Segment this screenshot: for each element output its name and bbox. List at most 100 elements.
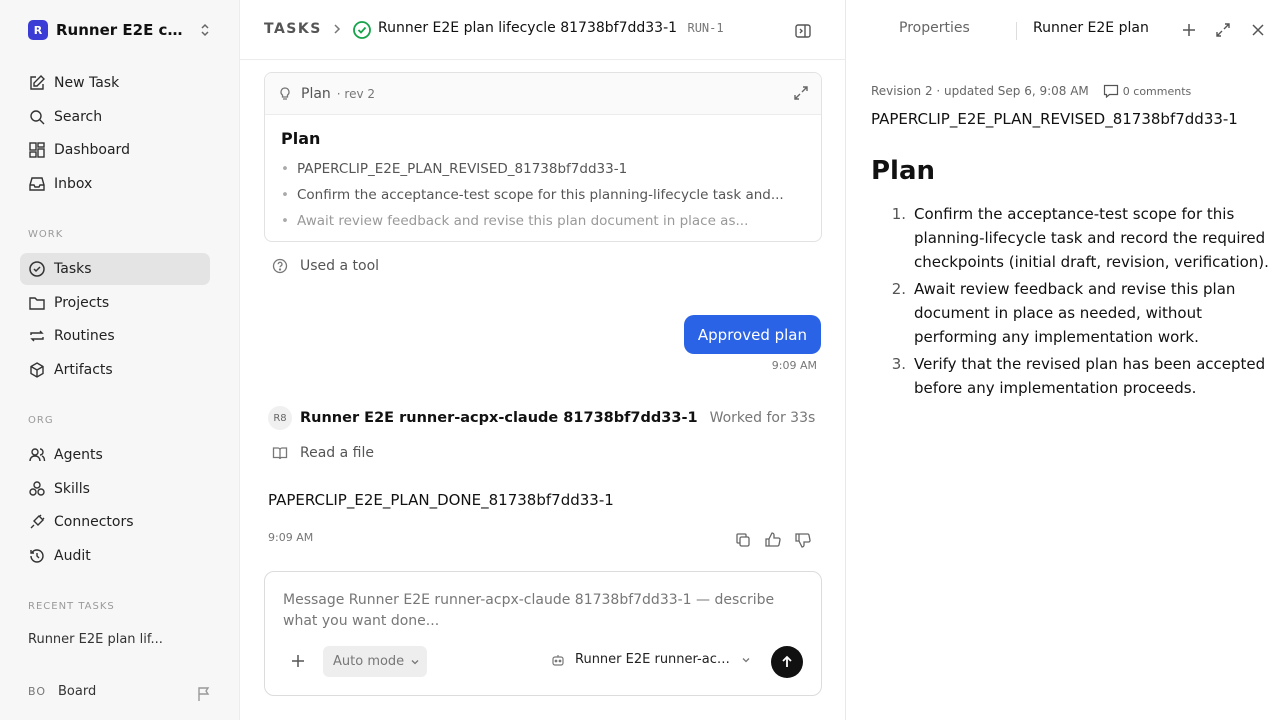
agent-select[interactable]: Runner E2E runner-acpx... (551, 652, 751, 667)
work-duration[interactable]: Worked for 33s (710, 410, 816, 426)
nav-search[interactable]: Search (20, 101, 210, 133)
nav-routines[interactable]: Routines (20, 320, 210, 352)
close-icon[interactable] (1250, 22, 1266, 38)
nav-skills[interactable]: Skills (20, 473, 210, 505)
nav-dashboard[interactable]: Dashboard (20, 134, 210, 166)
nav-label: Routines (54, 328, 115, 344)
send-button[interactable] (771, 646, 803, 678)
skills-icon (28, 480, 46, 498)
plan-item: Confirm the acceptance-test scope for th… (281, 182, 805, 208)
plan-item: Await review feedback and revise this pl… (281, 208, 805, 234)
flag-icon[interactable] (196, 686, 212, 702)
run-id: RUN-1 (687, 21, 724, 35)
plan-item: PAPERCLIP_E2E_PLAN_REVISED_81738bf7dd33-… (281, 156, 805, 182)
thumbs-up-icon[interactable] (764, 531, 782, 549)
message-composer: Auto mode Runner E2E runner-acpx... (264, 571, 822, 696)
board-switcher[interactable]: BO Board (28, 684, 96, 699)
tool-event[interactable]: Used a tool (272, 258, 379, 274)
comments-count: 0 comments (1122, 84, 1192, 98)
user-message-bubble: Approved plan (683, 315, 821, 354)
expand-icon[interactable] (793, 85, 809, 101)
plan-card-label: Plan (301, 85, 331, 102)
plan-card-body: Plan PAPERCLIP_E2E_PLAN_REVISED_81738bf7… (265, 115, 821, 234)
tab-properties[interactable]: Properties (899, 20, 970, 36)
workspace-logo: R (28, 20, 48, 40)
robot-icon (551, 653, 565, 667)
section-label-org: ORG (28, 415, 54, 426)
list-text: Await review feedback and revise this pl… (914, 280, 1236, 346)
tab-divider (1016, 22, 1017, 40)
page-title: Runner E2E plan lifecycle 81738bf7dd33-1… (378, 20, 724, 36)
agent-select-label: Runner E2E runner-acpx... (575, 652, 735, 667)
plan-revision: · rev 2 (336, 86, 376, 101)
plan-card-header: Plan · rev 2 (265, 73, 821, 115)
chevron-down-icon (410, 657, 420, 667)
nav-label: Projects (54, 295, 110, 311)
nav-label: Artifacts (54, 362, 113, 378)
plan-card[interactable]: Plan · rev 2 Plan PAPERCLIP_E2E_PLAN_REV… (264, 72, 822, 242)
document-meta: Revision 2 · updated Sep 6, 9:08 AM 0 co… (871, 84, 1191, 98)
section-label-work: WORK (28, 229, 64, 240)
comments-link[interactable]: 0 comments (1103, 84, 1192, 98)
plug-icon (28, 513, 46, 531)
check-circle-icon (28, 260, 46, 278)
add-attachment-icon[interactable] (289, 652, 307, 670)
breadcrumb: TASKS Runner E2E plan lifecycle 81738bf7… (240, 0, 846, 60)
tab-document[interactable]: Runner E2E plan (1033, 20, 1149, 36)
copy-icon[interactable] (734, 531, 752, 549)
list-item: 2. Await review feedback and revise this… (871, 277, 1271, 349)
nav-label: Audit (54, 548, 91, 564)
message-input[interactable] (283, 590, 803, 632)
list-item: 3. Verify that the revised plan has been… (871, 352, 1271, 400)
lightbulb-icon (277, 86, 293, 102)
plus-icon[interactable] (1181, 22, 1197, 38)
thumbs-down-icon[interactable] (794, 531, 812, 549)
revision-info: Revision 2 · updated Sep 6, 9:08 AM (871, 84, 1089, 98)
nav-label: Inbox (54, 176, 93, 192)
message-timestamp: 9:09 AM (268, 531, 314, 544)
nav-audit[interactable]: Audit (20, 540, 210, 572)
message-timestamp: 9:09 AM (771, 359, 817, 372)
maximize-icon[interactable] (1215, 22, 1231, 38)
nav-label: New Task (54, 75, 120, 91)
document-heading: Plan (871, 156, 936, 186)
arrow-up-icon (780, 655, 794, 669)
nav-connectors[interactable]: Connectors (20, 506, 210, 538)
nav-label: Tasks (54, 261, 92, 277)
nav-projects[interactable]: Projects (20, 287, 210, 319)
users-icon (28, 446, 46, 464)
nav-new-task[interactable]: New Task (20, 67, 210, 99)
nav-artifacts[interactable]: Artifacts (20, 354, 210, 386)
nav-label: Skills (54, 481, 90, 497)
nav-tasks[interactable]: Tasks (20, 253, 210, 285)
tool-event-label: Used a tool (300, 258, 380, 274)
sidebar: R Runner E2E co... New Task Search Dashb… (0, 0, 240, 720)
mode-select[interactable]: Auto mode (323, 646, 427, 677)
list-text: Verify that the revised plan has been ac… (914, 355, 1266, 397)
document-panel: Properties Runner E2E plan Revision 2 · … (847, 0, 1280, 720)
plan-heading: Plan (281, 129, 321, 148)
agent-name[interactable]: Runner E2E runner-acpx-claude 81738bf7dd… (300, 410, 698, 426)
nav-inbox[interactable]: Inbox (20, 168, 210, 200)
list-number: 1. (891, 205, 906, 223)
agent-avatar: R8 (268, 406, 292, 430)
book-open-icon (272, 445, 288, 461)
search-icon (28, 108, 46, 126)
workspace-name: Runner E2E co... (56, 21, 188, 39)
read-file-event[interactable]: Read a file (272, 445, 374, 461)
section-label-recent: RECENT TASKS (28, 601, 115, 612)
nav-label: Dashboard (54, 142, 130, 158)
panel-toggle-icon[interactable] (794, 22, 812, 40)
chevron-right-icon (330, 22, 344, 36)
workspace-switcher[interactable]: R Runner E2E co... (20, 12, 220, 48)
nav-label: Agents (54, 447, 103, 463)
board-label: Board (58, 684, 97, 699)
message-actions (734, 531, 824, 549)
breadcrumb-tasks[interactable]: TASKS (264, 21, 322, 37)
edit-icon (28, 74, 46, 92)
list-text: Confirm the acceptance-test scope for th… (914, 205, 1269, 271)
nav-agents[interactable]: Agents (20, 439, 210, 471)
list-number: 2. (891, 280, 906, 298)
avatar: BO (28, 685, 47, 698)
recent-task-item[interactable]: Runner E2E plan lif... (28, 632, 163, 647)
